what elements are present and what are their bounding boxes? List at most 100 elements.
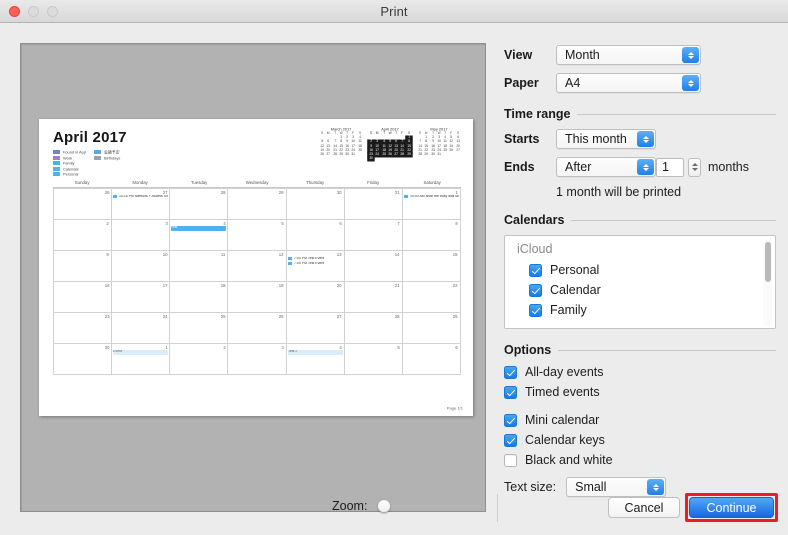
calendar-day-cell[interactable]: 5 <box>345 344 403 375</box>
calendar-day-cell[interactable]: 30 <box>287 189 345 220</box>
day-number: 27 <box>337 314 342 319</box>
calendar-day-cell[interactable]: 26 <box>54 189 112 220</box>
calendar-event-label: Test <box>171 226 177 231</box>
checkbox[interactable] <box>504 454 517 467</box>
calendar-day-cell[interactable]: 29 <box>228 189 286 220</box>
calendar-day-cell[interactable]: 28 <box>345 313 403 344</box>
calendar-day-cell[interactable]: 5 <box>228 220 286 251</box>
checkbox[interactable] <box>529 284 542 297</box>
ends-count-input[interactable]: 1 <box>656 158 684 177</box>
cancel-button[interactable]: Cancel <box>608 497 680 518</box>
calendar-event[interactable]: 7:00 PM Test Event <box>288 257 343 261</box>
calendar-event[interactable]: Test 2 <box>288 350 343 355</box>
paper-select[interactable]: A4 <box>556 73 701 93</box>
calendar-day-cell[interactable]: 12 <box>228 251 286 282</box>
calendar-list-item[interactable]: Calendar <box>505 280 775 300</box>
calendars-scrollbar[interactable] <box>763 240 772 326</box>
calendar-day-cell[interactable]: 20 <box>287 282 345 313</box>
calendar-day-cell[interactable]: 6 <box>287 220 345 251</box>
scrollbar-thumb[interactable] <box>765 242 771 282</box>
day-number: 6 <box>456 345 458 350</box>
calendar-day-cell[interactable]: 2710:15 PM Network + Access Single <box>112 189 170 220</box>
calendar-day-cell[interactable]: 4Test 2 <box>287 344 345 375</box>
calendar-day-cell[interactable]: 11 <box>170 251 228 282</box>
calendar-week-row: 301Event234Test 25 6 <box>54 344 461 375</box>
calendar-day-cell[interactable]: 14 <box>345 251 403 282</box>
calendar-day-cell[interactable]: 27 <box>287 313 345 344</box>
options-section-header: Options <box>504 343 776 357</box>
calendar-day-cell[interactable]: 3 <box>112 220 170 251</box>
continue-button[interactable]: Continue <box>689 497 774 518</box>
zoom-slider-knob[interactable] <box>377 499 391 513</box>
calendar-day-cell[interactable]: 23 <box>54 313 112 344</box>
calendar-day-cell[interactable]: 3 <box>228 344 286 375</box>
calendar-event[interactable]: Event <box>113 350 168 355</box>
day-number: 5 <box>281 221 283 226</box>
starts-select[interactable]: This month <box>556 129 656 149</box>
calendar-day-cell[interactable]: 2 <box>54 220 112 251</box>
calendar-day-cell[interactable]: 1Event <box>112 344 170 375</box>
day-number: 21 <box>395 283 400 288</box>
calendar-day-cell[interactable]: 8 <box>403 220 461 251</box>
checkbox[interactable] <box>529 264 542 277</box>
ends-count-stepper[interactable] <box>688 158 701 177</box>
calendar-day-cell[interactable]: 18 <box>170 282 228 313</box>
calendar-event-label: Test 2 <box>288 350 297 355</box>
day-number: 28 <box>395 314 400 319</box>
calendar-day-cell[interactable]: 21 <box>345 282 403 313</box>
calendar-day-cell[interactable]: 2 <box>170 344 228 375</box>
calendar-day-cell[interactable]: 22 <box>403 282 461 313</box>
option-row[interactable]: Mini calendar <box>504 413 776 427</box>
checkbox[interactable] <box>504 386 517 399</box>
calendar-day-cell[interactable]: 28 <box>170 189 228 220</box>
legend-column-one: Found in AppWorkFamilyCalendarPersonal <box>53 150 80 176</box>
calendar-event[interactable]: Test <box>171 226 226 231</box>
calendar-day-cell[interactable]: 30 <box>54 344 112 375</box>
legend-label: Family <box>63 160 74 165</box>
calendar-event[interactable]: 7:00 PM Test Event <box>288 262 343 266</box>
calendar-event[interactable]: 10:00 AM Note the busy wall sticks <box>404 195 459 199</box>
calendar-day-cell[interactable]: 31 <box>345 189 403 220</box>
checkbox[interactable] <box>504 366 517 379</box>
checkbox[interactable] <box>529 304 542 317</box>
day-header: Saturday <box>391 180 473 187</box>
ends-select[interactable]: After <box>556 157 656 177</box>
calendar-list-item[interactable]: Family <box>505 300 775 320</box>
calendar-day-cell[interactable]: 110:00 AM Note the busy wall sticks <box>403 189 461 220</box>
calendar-day-cell[interactable]: 17 <box>112 282 170 313</box>
page-number-label: Page 1/1 <box>447 406 463 411</box>
calendar-day-cell[interactable]: 16 <box>54 282 112 313</box>
calendar-event[interactable]: 10:15 PM Network + Access Single <box>113 195 168 199</box>
calendars-listbox[interactable]: iCloud PersonalCalendarFamily <box>504 235 776 329</box>
calendar-day-cell[interactable]: 25 <box>170 313 228 344</box>
option-row[interactable]: Calendar keys <box>504 433 776 447</box>
calendar-week-row: 91011 12137:00 PM Test Event7:00 PM Test … <box>54 251 461 282</box>
calendar-day-cell[interactable]: 26 <box>228 313 286 344</box>
calendar-day-cell[interactable]: 19 <box>228 282 286 313</box>
calendar-day-cell[interactable]: 15 <box>403 251 461 282</box>
view-select[interactable]: Month <box>556 45 701 65</box>
calendar-day-cell[interactable]: 6 <box>403 344 461 375</box>
calendar-day-cell[interactable]: 137:00 PM Test Event7:00 PM Test Event <box>287 251 345 282</box>
print-dialog-window: Print April 2017 Found in AppWorkFamilyC… <box>0 0 788 535</box>
calendar-day-cell[interactable]: 7 <box>345 220 403 251</box>
calendar-day-cell[interactable]: 10 <box>112 251 170 282</box>
day-number: 18 <box>221 283 226 288</box>
calendar-day-cell[interactable]: 4Test <box>170 220 228 251</box>
checkbox[interactable] <box>504 414 517 427</box>
option-row[interactable]: Timed events <box>504 385 776 399</box>
legend-label: Found in App <box>63 149 86 154</box>
paper-row: Paper A4 <box>504 73 776 93</box>
calendar-day-cell[interactable]: 9 <box>54 251 112 282</box>
zoom-slider[interactable] <box>377 498 480 514</box>
starts-select-value: This month <box>565 132 627 146</box>
view-select-value: Month <box>565 48 600 62</box>
calendar-day-cell[interactable]: 29 <box>403 313 461 344</box>
option-row[interactable]: Black and white <box>504 453 776 467</box>
day-number: 12 <box>279 252 284 257</box>
checkbox[interactable] <box>504 434 517 447</box>
day-number: 3 <box>165 221 167 226</box>
option-row[interactable]: All-day events <box>504 365 776 379</box>
calendar-list-item[interactable]: Personal <box>505 260 775 280</box>
calendar-day-cell[interactable]: 24 <box>112 313 170 344</box>
